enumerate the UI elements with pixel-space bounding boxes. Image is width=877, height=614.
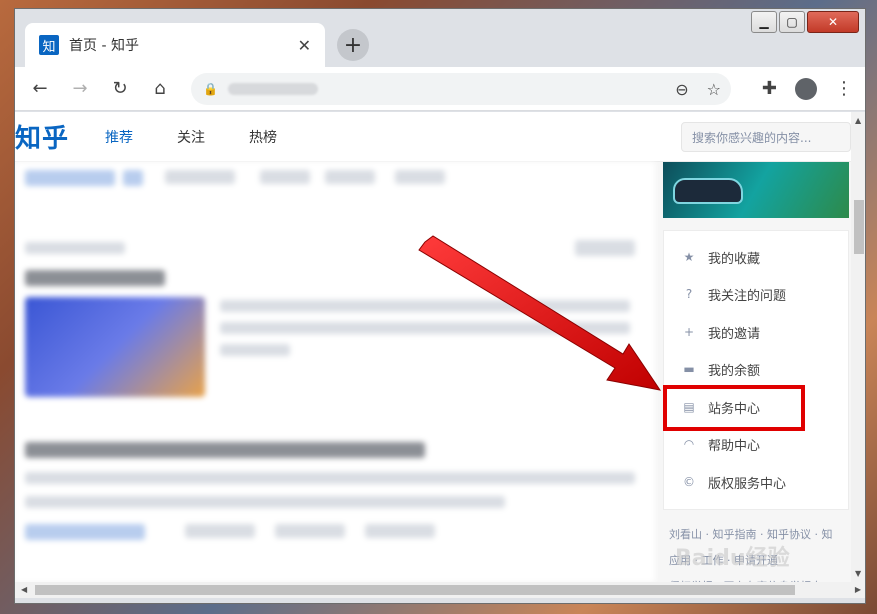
car-image (673, 178, 743, 204)
title-bar: 知 首页 - 知乎 ✕ + ▁ ▢ ✕ (15, 9, 865, 67)
page-content: 知乎 推荐 关注 热榜 搜索你感兴趣的内容... ★ 我的收藏 ? 我关注的问题… (15, 112, 851, 582)
nav-recommend[interactable]: 推荐 (105, 127, 133, 147)
baidu-watermark: Baidu经验 (675, 546, 790, 571)
address-bar[interactable]: 🔒 ⊖ ☆ (191, 73, 731, 105)
scroll-right-icon[interactable]: ▶ (855, 585, 861, 594)
window-controls: ▁ ▢ ✕ (751, 11, 859, 33)
browser-window: 知 首页 - 知乎 ✕ + ▁ ▢ ✕ ← → ↻ ⌂ 🔒 ⊖ ☆ ✚ ⋮ 知乎… (14, 8, 866, 604)
zhihu-logo[interactable]: 知乎 (15, 118, 69, 155)
scroll-up-icon[interactable]: ▲ (855, 116, 861, 125)
profile-avatar[interactable] (795, 77, 817, 100)
sidebar-item-followed-questions[interactable]: ? 我关注的问题 (664, 276, 848, 312)
ad-banner[interactable] (663, 162, 849, 218)
extensions-icon[interactable]: ✚ (762, 78, 777, 99)
back-icon[interactable]: ← (25, 74, 55, 104)
forward-icon[interactable]: → (65, 74, 95, 104)
red-highlight-box (663, 385, 805, 431)
sidebar-menu: ★ 我的收藏 ? 我关注的问题 + 我的邀请 ▬ 我的余额 ▤ 站务中心 ◠ 帮… (663, 230, 849, 510)
sidebar-item-label: 我关注的问题 (708, 288, 787, 304)
scroll-left-icon[interactable]: ◀ (21, 585, 27, 594)
maximize-button[interactable]: ▢ (779, 11, 805, 33)
zhihu-header: 知乎 推荐 关注 热榜 搜索你感兴趣的内容... (15, 112, 851, 162)
sidebar-item-invitations[interactable]: + 我的邀请 (664, 314, 848, 350)
browser-toolbar: ← → ↻ ⌂ 🔒 ⊖ ☆ ✚ ⋮ (15, 67, 865, 111)
horizontal-scroll-thumb[interactable] (35, 585, 795, 595)
sidebar-item-label: 我的邀请 (708, 326, 761, 342)
tab-title: 首页 - 知乎 (69, 38, 139, 54)
home-icon[interactable]: ⌂ (145, 74, 175, 104)
sidebar-item-label: 版权服务中心 (708, 476, 787, 492)
close-window-button[interactable]: ✕ (807, 11, 859, 33)
sidebar-item-favorites[interactable]: ★ 我的收藏 (664, 239, 848, 275)
sidebar-item-label: 帮助中心 (708, 438, 761, 454)
minimize-button[interactable]: ▁ (751, 11, 777, 33)
question-icon: ? (685, 287, 693, 301)
zhihu-nav: 推荐 关注 热榜 (105, 127, 277, 147)
sidebar-item-label: 我的收藏 (708, 251, 761, 267)
feed-blurred (15, 162, 655, 582)
vertical-scrollbar[interactable]: ▲ ▼ (851, 112, 865, 582)
zoom-icon[interactable]: ⊖ (675, 80, 688, 99)
tab-close-icon[interactable]: ✕ (298, 36, 311, 55)
sidebar-item-help-center[interactable]: ◠ 帮助中心 (664, 426, 848, 462)
vertical-scroll-thumb[interactable] (854, 200, 864, 254)
horizontal-scrollbar[interactable]: ◀ ▶ (15, 582, 865, 598)
headphones-icon: ◠ (683, 437, 695, 451)
scroll-down-icon[interactable]: ▼ (855, 569, 861, 578)
sidebar-item-copyright-center[interactable]: © 版权服务中心 (664, 464, 848, 500)
wallet-icon: ▬ (683, 362, 695, 376)
add-person-icon: + (683, 325, 695, 339)
url-text-blurred (227, 83, 318, 95)
nav-hot[interactable]: 热榜 (249, 127, 277, 147)
search-input[interactable]: 搜索你感兴趣的内容... (681, 122, 851, 152)
zhihu-favicon-icon: 知 (39, 35, 59, 55)
reload-icon[interactable]: ↻ (105, 74, 135, 104)
browser-tab[interactable]: 知 首页 - 知乎 ✕ (25, 23, 325, 67)
bookmark-star-icon[interactable]: ☆ (707, 80, 721, 99)
sidebar-item-label: 我的余额 (708, 363, 761, 379)
footer-line[interactable]: 侵权举报 · 网上有害信息举报专 (669, 574, 851, 582)
star-icon: ★ (683, 250, 695, 264)
new-tab-button[interactable]: + (337, 29, 369, 61)
sidebar-item-balance[interactable]: ▬ 我的余额 (664, 351, 848, 387)
browser-menu-icon[interactable]: ⋮ (835, 78, 853, 99)
copyright-icon: © (683, 475, 695, 489)
nav-following[interactable]: 关注 (177, 127, 205, 147)
lock-icon: 🔒 (203, 82, 218, 96)
